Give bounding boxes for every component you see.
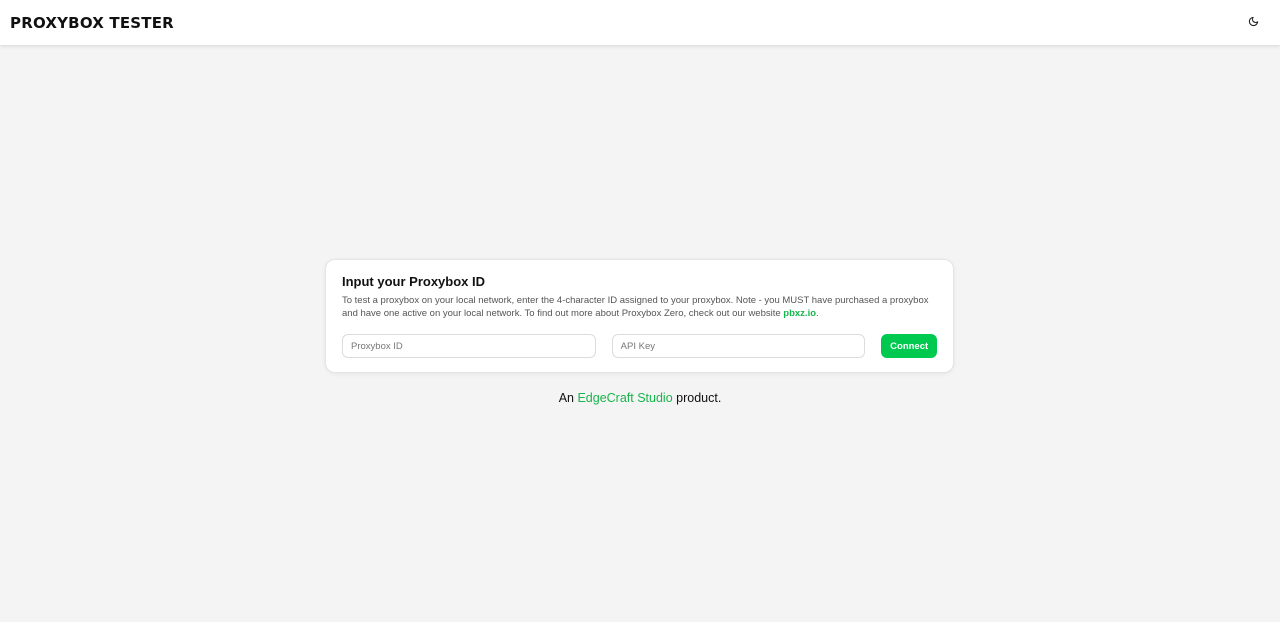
moon-icon [1248, 15, 1259, 30]
api-key-input[interactable] [611, 334, 866, 358]
description-text: To test a proxybox on your local network… [342, 295, 929, 319]
description-end: . [816, 308, 819, 319]
website-link[interactable]: pbxz.io [783, 308, 816, 319]
app-header: PROXYBOX TESTER [0, 0, 1280, 45]
footer-prefix: An [558, 391, 578, 405]
brand-title: PROXYBOX TESTER [10, 13, 174, 32]
studio-link[interactable]: EdgeCraft Studio [577, 391, 672, 405]
proxybox-id-input[interactable] [342, 334, 596, 358]
proxybox-input-card: Input your Proxybox ID To test a proxybo… [325, 259, 954, 373]
card-title: Input your Proxybox ID [342, 274, 486, 289]
connect-button[interactable]: Connect [881, 334, 937, 358]
footer-credit: An EdgeCraft Studio product. [0, 391, 1280, 405]
card-description: To test a proxybox on your local network… [342, 294, 942, 320]
theme-toggle-button[interactable] [1242, 12, 1264, 34]
connect-form: Connect [342, 334, 937, 358]
footer-suffix: product. [672, 391, 722, 405]
